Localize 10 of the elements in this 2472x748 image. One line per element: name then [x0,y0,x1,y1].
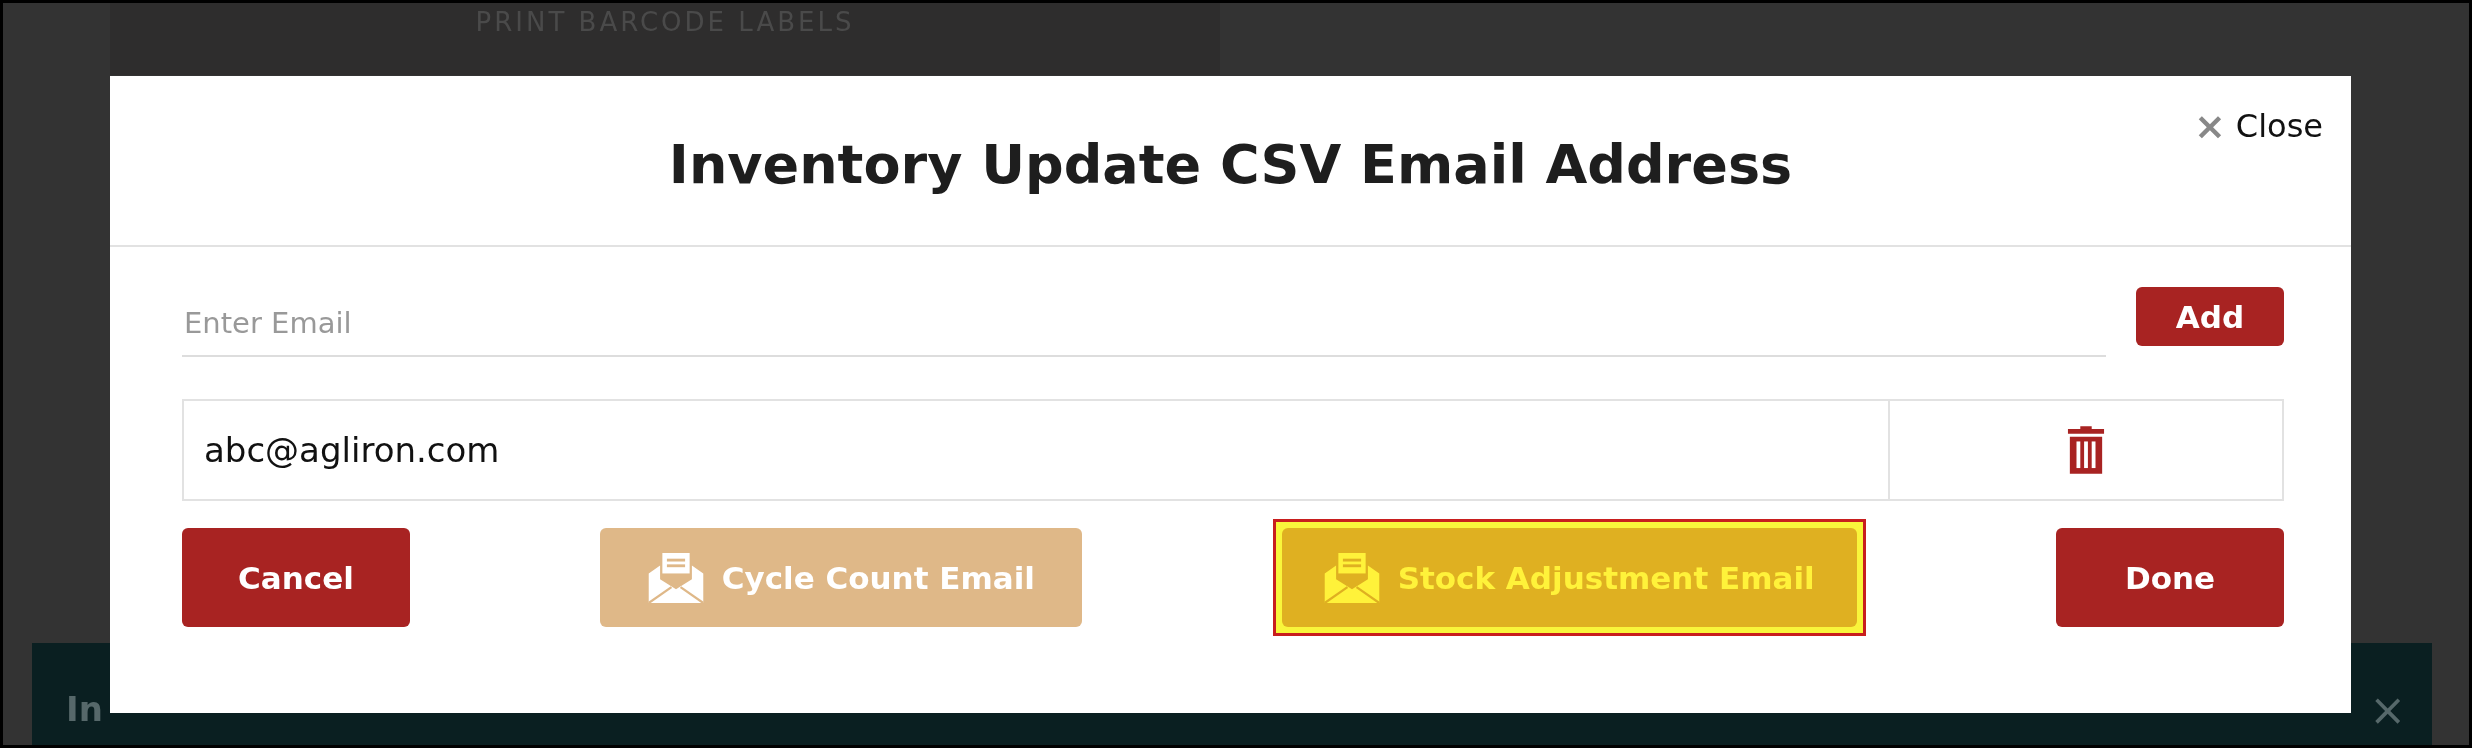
envelope-icon [1323,552,1380,603]
cancel-button[interactable]: Cancel [182,528,410,627]
close-button[interactable]: × Close [2194,104,2323,148]
done-button[interactable]: Done [2056,528,2284,627]
email-address: abc@agliron.com [203,429,501,472]
dialog-title: Inventory Update CSV Email Address [668,133,1793,196]
banner-text: In [66,689,103,729]
trash-icon[interactable] [2067,425,2105,475]
add-button[interactable]: Add [2136,287,2284,346]
envelope-icon [647,552,704,603]
